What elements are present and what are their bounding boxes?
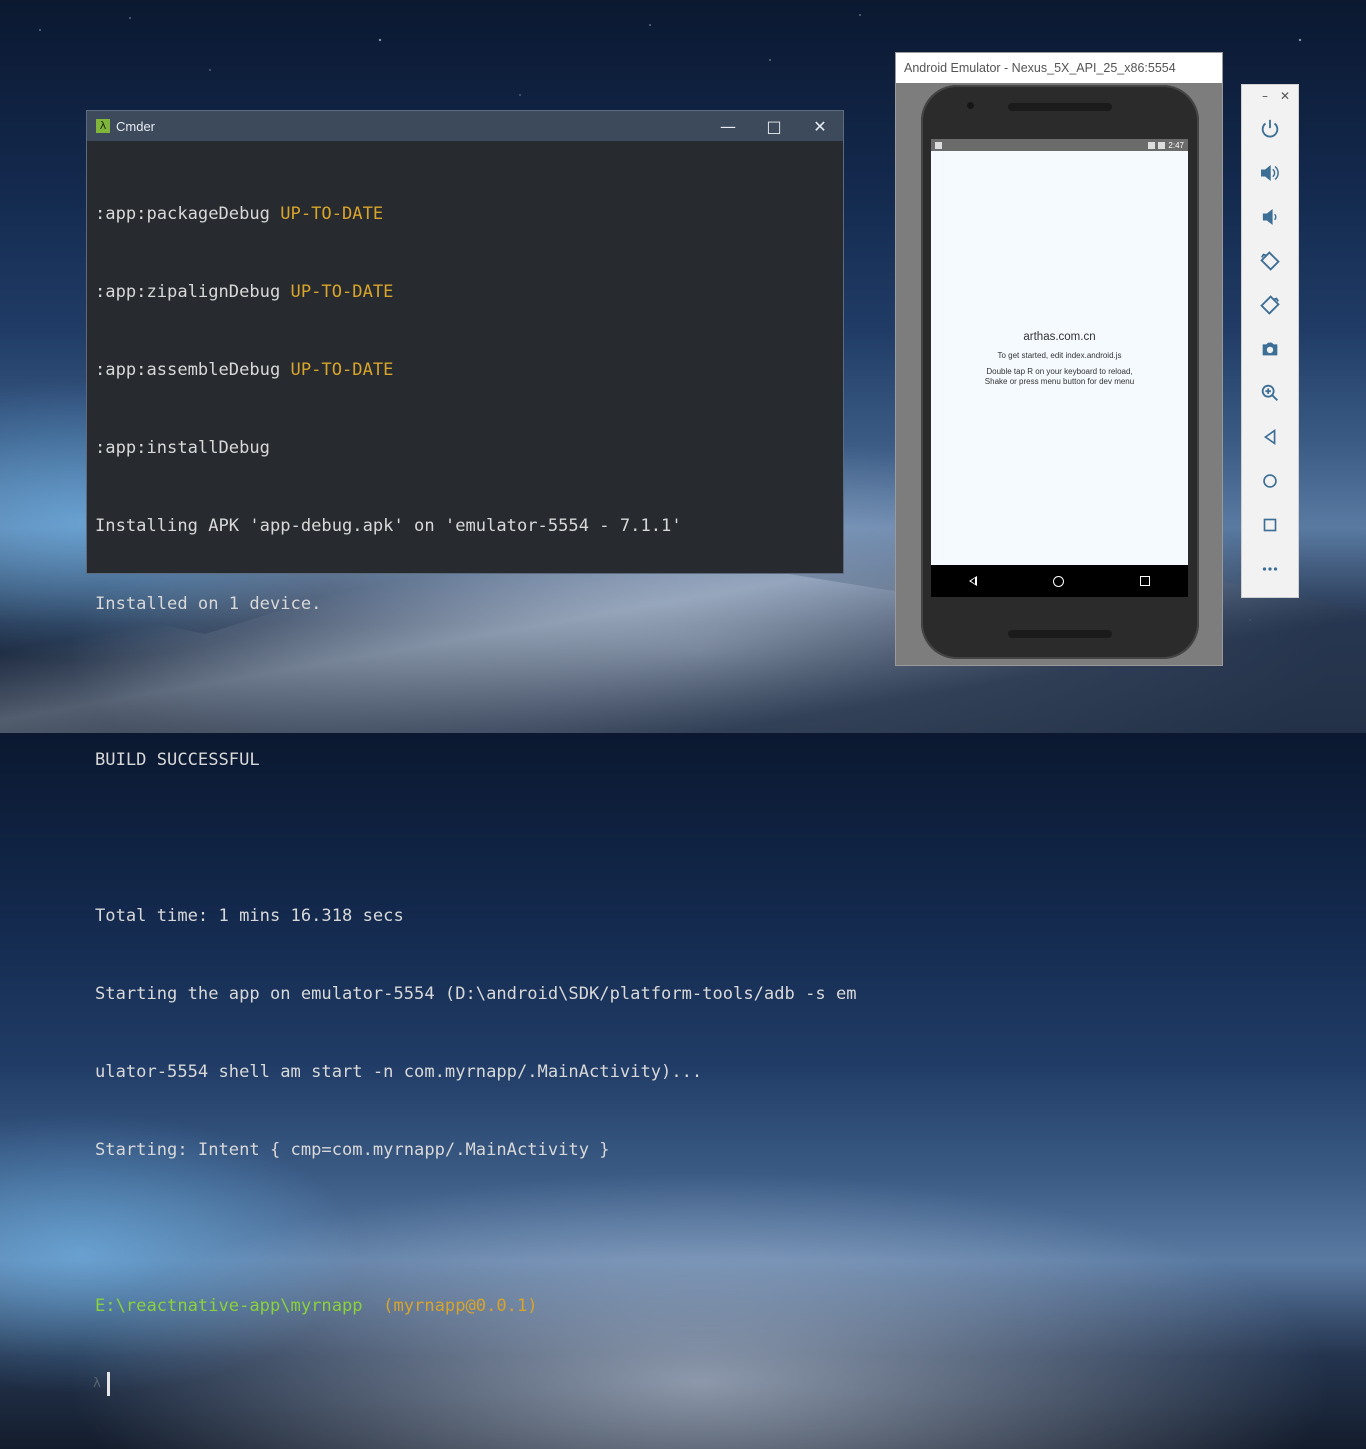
cmder-titlebar[interactable]: λ Cmder — □ ✕ xyxy=(87,111,843,141)
rotate-left-icon xyxy=(1260,251,1280,271)
signal-icon xyxy=(1148,141,1156,149)
text-cursor xyxy=(106,1372,110,1396)
input-line[interactable]: λ xyxy=(93,1371,843,1397)
toolbar-close-button[interactable]: ✕ xyxy=(1280,89,1290,103)
power-button[interactable] xyxy=(1242,107,1298,151)
rotate-left-button[interactable] xyxy=(1242,239,1298,283)
volume-up-icon xyxy=(1261,165,1279,181)
app-menu-hint: Shake or press menu button for dev menu xyxy=(984,377,1135,386)
more-button[interactable] xyxy=(1242,547,1298,591)
cmder-title: Cmder xyxy=(116,118,156,134)
terminal-line: Installing APK 'app-debug.apk' on 'emula… xyxy=(95,516,682,536)
minimize-button[interactable]: — xyxy=(705,111,751,141)
app-reload-hint: Double tap R on your keyboard to reload, xyxy=(986,367,1133,376)
cmder-window[interactable]: λ Cmder — □ ✕ :app:packageDebug UP-TO-DA… xyxy=(86,110,857,1396)
more-icon xyxy=(1262,567,1278,571)
toolbar-minimize-button[interactable]: – xyxy=(1262,89,1268,103)
terminal-output[interactable]: :app:packageDebug UP-TO-DATE :app:zipali… xyxy=(87,141,857,1449)
emulator-titlebar[interactable]: Android Emulator - Nexus_5X_API_25_x86:5… xyxy=(896,53,1222,83)
zoom-button[interactable] xyxy=(1242,371,1298,415)
emulator-toolbar: – ✕ xyxy=(1241,84,1299,598)
nav-back-icon[interactable] xyxy=(969,576,977,586)
cmder-lambda-icon: λ xyxy=(96,119,110,133)
status-time: 2:47 xyxy=(1168,140,1184,150)
back-button[interactable] xyxy=(1242,415,1298,459)
terminal-line: :app:zipalignDebug UP-TO-DATE xyxy=(95,282,394,302)
app-title: arthas.com.cn xyxy=(1023,331,1096,343)
terminal-line: Installed on 1 device. xyxy=(95,594,322,614)
terminal-line: Starting the app on emulator-5554 (D:\an… xyxy=(95,984,857,1004)
terminal-line: Total time: 1 mins 16.318 secs xyxy=(95,906,404,926)
terminal-line: Starting: Intent { cmp=com.myrnapp/.Main… xyxy=(95,1140,610,1160)
zoom-icon xyxy=(1261,384,1278,401)
terminal-line: :app:assembleDebug UP-TO-DATE xyxy=(95,360,394,380)
battery-icon xyxy=(1158,141,1166,149)
maximize-button[interactable]: □ xyxy=(751,111,797,141)
home-button[interactable] xyxy=(1242,459,1298,503)
terminal-line: :app:packageDebug UP-TO-DATE xyxy=(95,204,384,224)
camera-icon xyxy=(1262,342,1278,356)
prompt-package: (myrnapp@0.0.1) xyxy=(383,1296,538,1316)
prompt-path: E:\reactnative-app\myrnapp xyxy=(95,1296,363,1316)
close-button[interactable]: ✕ xyxy=(797,111,843,141)
app-instructions: To get started, edit index.android.js xyxy=(997,351,1122,360)
overview-button[interactable] xyxy=(1242,503,1298,547)
volume-down-icon xyxy=(1262,209,1277,225)
screenshot-button[interactable] xyxy=(1242,327,1298,371)
prompt-lambda-icon: λ xyxy=(93,1376,101,1391)
prompt-line: E:\reactnative-app\myrnapp (myrnapp@0.0.… xyxy=(95,1293,843,1319)
back-icon xyxy=(1263,428,1276,446)
power-icon xyxy=(1261,119,1279,138)
phone-screen[interactable]: 2:47 arthas.com.cn To get started, edit … xyxy=(931,139,1188,597)
phone-frame: 2:47 arthas.com.cn To get started, edit … xyxy=(921,85,1199,659)
volume-down-button[interactable] xyxy=(1242,195,1298,239)
phone-speaker-top xyxy=(1008,103,1112,111)
notification-icon xyxy=(935,141,942,149)
emulator-window[interactable]: Android Emulator - Nexus_5X_API_25_x86:5… xyxy=(895,52,1223,666)
phone-speaker-bottom xyxy=(1008,630,1112,638)
terminal-line: :app:installDebug xyxy=(95,438,270,458)
home-icon xyxy=(1263,474,1277,488)
rotate-right-button[interactable] xyxy=(1242,283,1298,327)
nav-recent-icon[interactable] xyxy=(1140,576,1150,586)
terminal-line: ulator-5554 shell am start -n com.myrnap… xyxy=(95,1062,703,1082)
terminal-line: BUILD SUCCESSFUL xyxy=(95,750,260,770)
overview-icon xyxy=(1263,518,1277,532)
nav-home-icon[interactable] xyxy=(1053,575,1064,587)
app-content[interactable]: arthas.com.cn To get started, edit index… xyxy=(931,151,1188,565)
volume-up-button[interactable] xyxy=(1242,151,1298,195)
android-status-bar: 2:47 xyxy=(931,139,1188,151)
phone-camera xyxy=(967,102,974,109)
rotate-right-icon xyxy=(1260,295,1280,315)
android-nav-bar xyxy=(931,565,1188,597)
